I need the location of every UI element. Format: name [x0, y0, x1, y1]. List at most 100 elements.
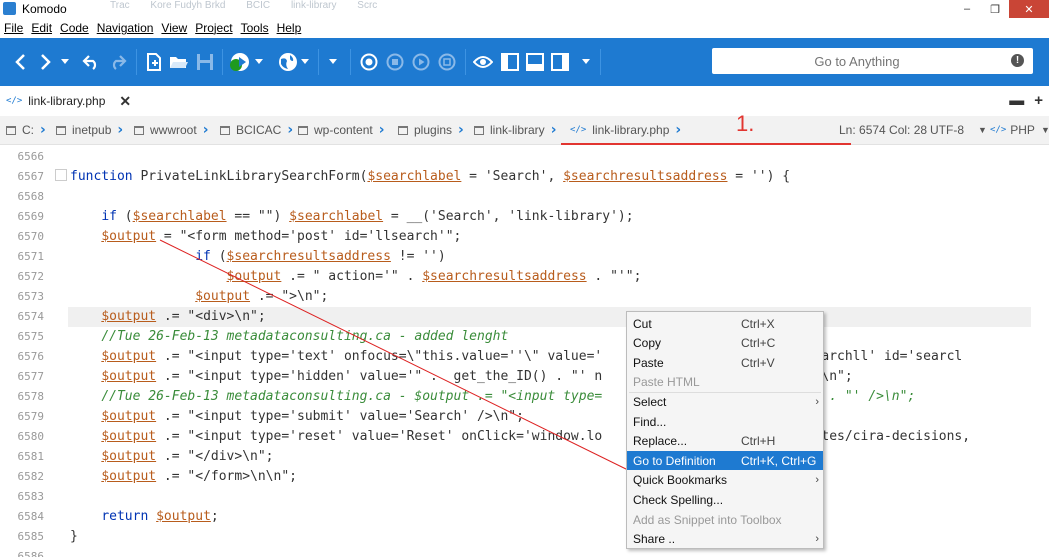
ghost-tab: Trac [110, 0, 130, 11]
breadcrumb-item[interactable]: BCICAC › [220, 116, 293, 144]
save-macro-icon[interactable] [436, 50, 458, 74]
context-menu-item-check-spelling[interactable]: Check Spelling... [627, 490, 823, 509]
menu-code[interactable]: Code [56, 21, 93, 35]
bottom-pane-icon[interactable] [524, 50, 546, 74]
back-icon[interactable] [10, 50, 30, 74]
context-menu-item-select[interactable]: Select › [627, 392, 823, 411]
breadcrumb-item[interactable]: wp-content › [298, 116, 384, 144]
menu-file[interactable]: File [0, 21, 27, 35]
breadcrumb-item[interactable]: inetpub › [56, 116, 123, 144]
folder-icon [298, 125, 308, 135]
context-menu-item-add-as-snippet-into-toolbox: Add as Snippet into Toolbox [627, 510, 823, 529]
folder-icon [6, 125, 16, 135]
debug-dropdown-icon[interactable] [254, 50, 264, 74]
breadcrumb-item[interactable]: C: › [6, 116, 46, 144]
folder-icon [134, 125, 144, 135]
tab-list-icon[interactable]: ▬ [1009, 92, 1024, 109]
background-window-tabs: Trac Kore Fudyh Brkd BCIC link-library S… [110, 0, 810, 18]
menu-navigation[interactable]: Navigation [93, 21, 158, 35]
menu-tools[interactable]: Tools [237, 21, 273, 35]
layout-dropdown-icon[interactable] [578, 50, 594, 74]
more-dropdown-icon[interactable] [324, 50, 342, 74]
folder-icon [220, 125, 230, 135]
menu-item-label: Paste [633, 355, 664, 370]
code-editor[interactable]: 6566 6567 function PrivateLinkLibrarySearc… [0, 145, 1049, 557]
context-menu-item-cut[interactable]: Cut Ctrl+X [627, 314, 823, 333]
submenu-arrow-icon: › [815, 533, 819, 546]
context-menu: Cut Ctrl+X Copy Ctrl+C Paste Ctrl+V Paste HTML… [626, 311, 824, 549]
context-menu-item-go-to-definition[interactable]: Go to Definition Ctrl+K, Ctrl+G [627, 451, 823, 471]
go-to-anything[interactable]: ! [712, 48, 1033, 74]
menu-item-shortcut: Ctrl+K, Ctrl+G [741, 453, 817, 468]
globe-icon[interactable] [276, 50, 300, 74]
new-file-icon[interactable] [143, 50, 165, 74]
new-tab-icon[interactable]: + [1034, 92, 1043, 109]
right-pane-icon[interactable] [549, 50, 571, 74]
redo-icon[interactable] [107, 50, 129, 74]
menu-item-label: Paste HTML [633, 375, 700, 390]
encoding-select[interactable]: UTF-8 ▼ [930, 116, 987, 144]
komodo-logo-icon [3, 2, 16, 15]
language-select[interactable]: </> PHP ▼ [990, 116, 1049, 144]
close-window-icon[interactable]: ✕ [1009, 0, 1049, 18]
tab-bar: </> link-library.php ✕ ▬ + [0, 86, 1049, 116]
menu-item-label: Quick Bookmarks [633, 473, 728, 488]
annotation-arrow [159, 239, 629, 471]
menu-item-label: Add as Snippet into Toolbox [633, 512, 782, 527]
menu-item-label: Copy [633, 336, 662, 351]
context-menu-item-paste[interactable]: Paste Ctrl+V [627, 353, 823, 372]
record-macro-icon[interactable] [358, 50, 380, 74]
menu-item-label: Replace... [633, 434, 688, 449]
menu-project[interactable]: Project [191, 21, 236, 35]
cursor-position: Ln: 6574 Col: 28 [839, 123, 928, 137]
context-menu-item-replace[interactable]: Replace... Ctrl+H [627, 432, 823, 451]
minimize-icon[interactable]: – [953, 0, 981, 18]
go-to-anything-input[interactable] [712, 48, 1002, 74]
tab-link-library[interactable]: </> link-library.php ✕ [0, 86, 131, 116]
history-dropdown-icon[interactable] [58, 50, 72, 74]
undo-icon[interactable] [80, 50, 102, 74]
context-menu-item-share[interactable]: Share .. › [627, 530, 823, 549]
chevron-right-icon: › [378, 122, 385, 138]
context-menu-item-find[interactable]: Find... [627, 412, 823, 431]
context-menu-item-paste-html: Paste HTML [627, 373, 823, 392]
php-file-icon: </> [6, 96, 23, 106]
breadcrumb-item-current[interactable]: </> link-library.php › [570, 116, 681, 144]
chevron-right-icon: › [202, 122, 209, 138]
stop-macro-icon[interactable] [384, 50, 406, 74]
folder-icon [56, 125, 66, 135]
chevron-down-icon: ▼ [1040, 125, 1049, 135]
menu-item-label: Go to Definition [633, 453, 716, 468]
menu-item-label: Cut [633, 316, 652, 331]
play-macro-icon[interactable] [410, 50, 432, 74]
alert-icon[interactable]: ! [1011, 54, 1024, 67]
context-menu-item-copy[interactable]: Copy Ctrl+C [627, 334, 823, 353]
ghost-tab: Scrc [357, 0, 378, 11]
eye-icon[interactable] [471, 50, 495, 74]
submenu-arrow-icon: › [815, 395, 819, 408]
breadcrumb-item[interactable]: wwwroot › [134, 116, 208, 144]
forward-icon[interactable] [36, 50, 56, 74]
chevron-right-icon: › [117, 122, 124, 138]
annotation-label: 1. [736, 111, 755, 136]
open-folder-icon[interactable] [168, 50, 190, 74]
save-icon[interactable] [194, 50, 216, 74]
close-tab-icon[interactable]: ✕ [119, 93, 131, 110]
restore-icon[interactable]: ❐ [981, 0, 1009, 18]
folder-icon [398, 125, 408, 135]
chevron-right-icon: › [675, 122, 682, 138]
breadcrumb-item[interactable]: plugins › [398, 116, 464, 144]
menu-item-label: Share .. [633, 532, 676, 547]
context-menu-item-quick-bookmarks[interactable]: Quick Bookmarks › [627, 471, 823, 490]
menu-edit[interactable]: Edit [27, 21, 56, 35]
ghost-tab: BCIC [246, 0, 271, 11]
menu-view[interactable]: View [157, 21, 191, 35]
title-bar: Komodo Trac Kore Fudyh Brkd BCIC link-li… [0, 0, 1049, 18]
window-title: Komodo [22, 2, 67, 16]
left-pane-icon[interactable] [499, 50, 521, 74]
menu-help[interactable]: Help [273, 21, 306, 35]
breadcrumb-item[interactable]: link-library › [474, 116, 556, 144]
tab-label: link-library.php [28, 94, 106, 108]
globe-dropdown-icon[interactable] [300, 50, 310, 74]
debug-go-icon[interactable] [226, 50, 254, 74]
